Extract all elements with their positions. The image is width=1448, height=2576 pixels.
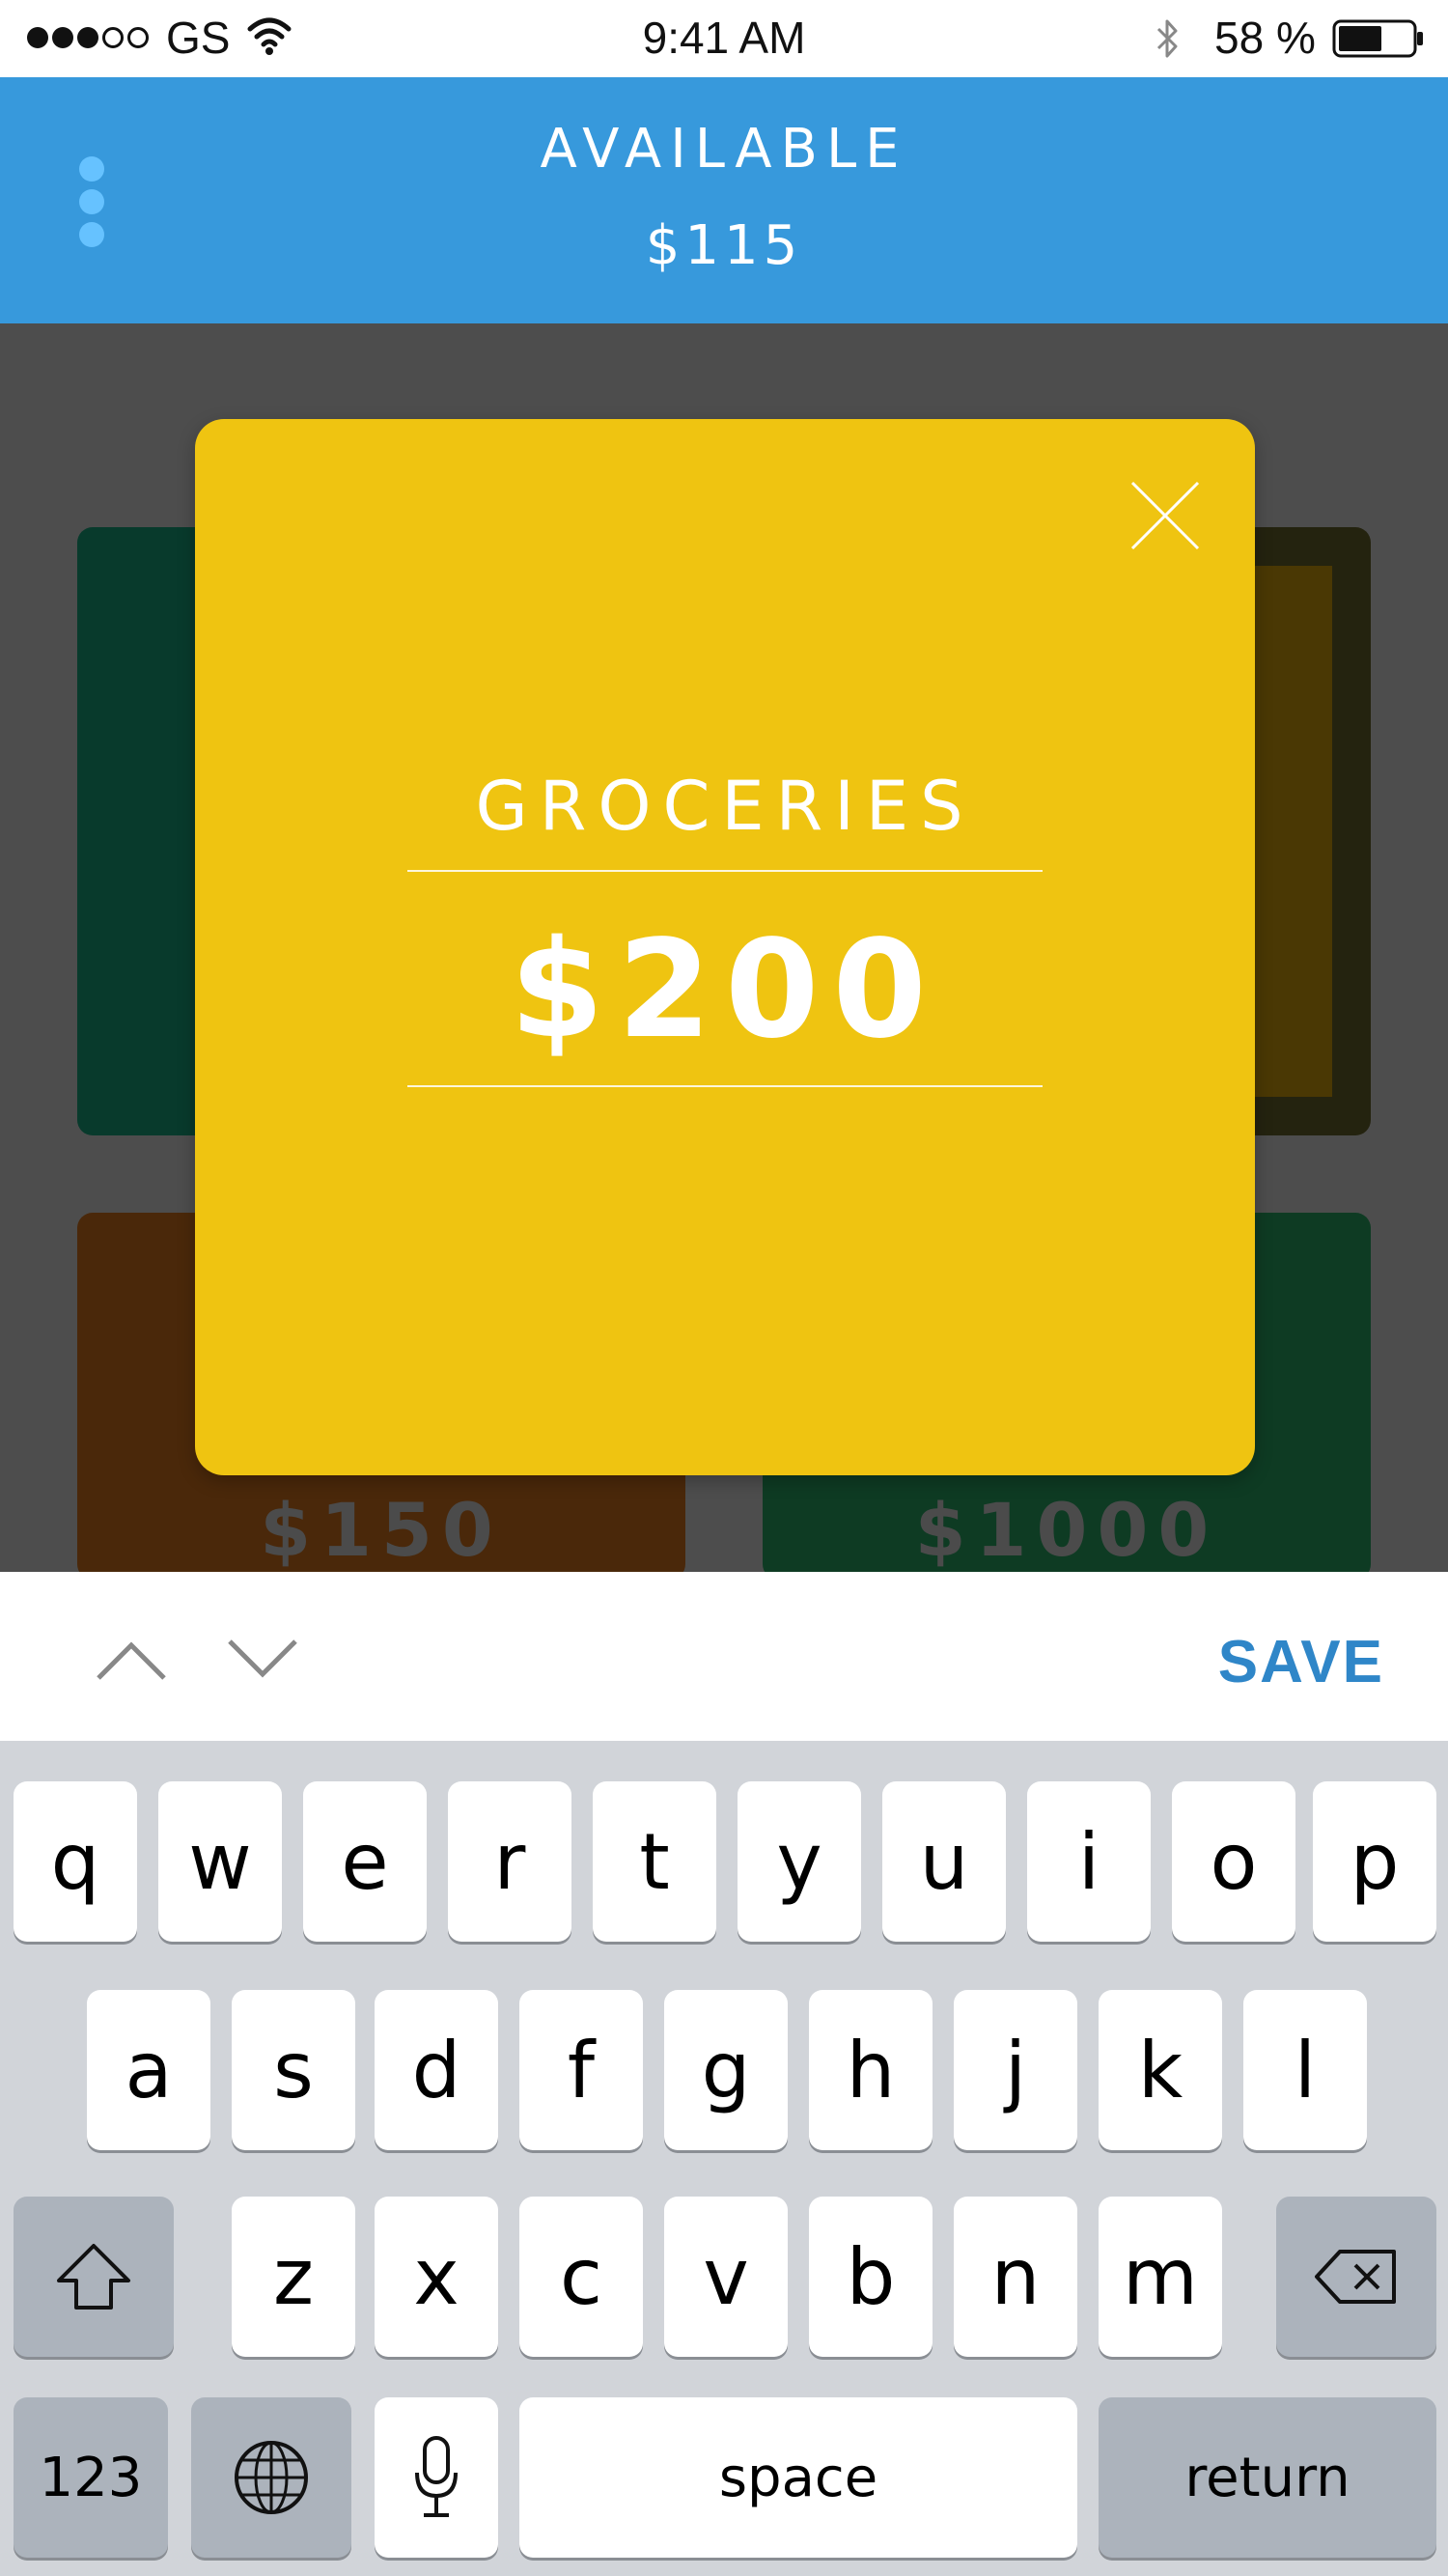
key-k[interactable]: k: [1099, 1990, 1222, 2150]
space-key[interactable]: space: [519, 2397, 1077, 2558]
backspace-icon: [1315, 2250, 1396, 2304]
dictation-key[interactable]: [375, 2397, 498, 2558]
key-x[interactable]: x: [375, 2197, 498, 2357]
key-l[interactable]: l: [1243, 1990, 1367, 2150]
close-button[interactable]: [1128, 479, 1202, 552]
key-e[interactable]: e: [303, 1781, 427, 1942]
chevron-down-icon[interactable]: [224, 1636, 301, 1684]
return-key[interactable]: return: [1099, 2397, 1436, 2558]
shift-key[interactable]: [14, 2197, 174, 2357]
key-i[interactable]: i: [1027, 1781, 1151, 1942]
key-v[interactable]: v: [664, 2197, 788, 2357]
key-u[interactable]: u: [882, 1781, 1006, 1942]
battery-icon: [1332, 19, 1423, 58]
key-y[interactable]: y: [738, 1781, 861, 1942]
key-a[interactable]: a: [87, 1990, 210, 2150]
key-n[interactable]: n: [954, 2197, 1077, 2357]
available-label: AVAILABLE: [540, 118, 908, 181]
key-q[interactable]: q: [14, 1781, 137, 1942]
divider: [407, 1085, 1043, 1087]
card-amount: $1000: [914, 1487, 1219, 1573]
battery-percent: 58 %: [1214, 13, 1316, 63]
key-m[interactable]: m: [1099, 2197, 1222, 2357]
key-c[interactable]: c: [519, 2197, 643, 2357]
divider: [407, 870, 1043, 872]
vertical-dots-icon: [79, 189, 104, 214]
close-icon: [1130, 481, 1200, 550]
numbers-key[interactable]: 123: [14, 2397, 168, 2558]
key-j[interactable]: j: [954, 1990, 1077, 2150]
key-t[interactable]: t: [593, 1781, 716, 1942]
keyboard: q w e r t y u i o p a s d f g h j k l z …: [0, 1741, 1448, 2576]
category-name[interactable]: GROCERIES: [195, 767, 1255, 846]
app-header: AVAILABLE $115: [0, 77, 1448, 323]
card-amount: $150: [260, 1487, 503, 1573]
backspace-key[interactable]: [1276, 2197, 1436, 2357]
key-s[interactable]: s: [232, 1990, 355, 2150]
available-amount: $115: [645, 214, 803, 277]
key-p[interactable]: p: [1313, 1781, 1436, 1942]
shift-icon: [57, 2244, 130, 2310]
bluetooth-icon: [1156, 19, 1178, 58]
keyboard-accessory-bar: SAVE: [0, 1572, 1448, 1741]
key-d[interactable]: d: [375, 1990, 498, 2150]
microphone-icon: [415, 2436, 458, 2517]
chevron-up-icon[interactable]: [93, 1636, 170, 1684]
globe-key[interactable]: [191, 2397, 351, 2558]
key-f[interactable]: f: [519, 1990, 643, 2150]
category-amount-input[interactable]: $200: [195, 911, 1255, 1069]
key-h[interactable]: h: [809, 1990, 933, 2150]
status-bar: GS 9:41 AM 58 %: [0, 0, 1448, 77]
key-g[interactable]: g: [664, 1990, 788, 2150]
key-b[interactable]: b: [809, 2197, 933, 2357]
category-modal: GROCERIES $200: [195, 419, 1255, 1475]
key-w[interactable]: w: [158, 1781, 282, 1942]
globe-icon: [235, 2441, 308, 2514]
key-r[interactable]: r: [448, 1781, 571, 1942]
save-button[interactable]: SAVE: [1218, 1628, 1384, 1696]
key-z[interactable]: z: [232, 2197, 355, 2357]
key-o[interactable]: o: [1172, 1781, 1295, 1942]
